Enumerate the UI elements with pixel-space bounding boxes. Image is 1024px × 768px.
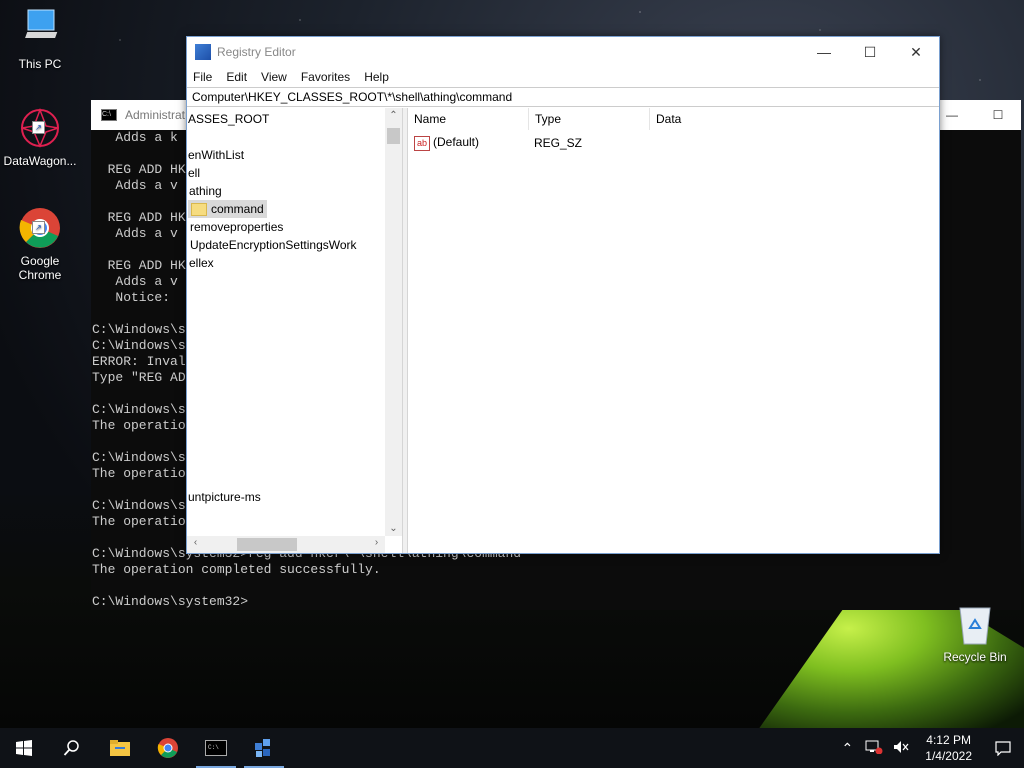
value-row[interactable]: ab (Default) REG_SZ — [408, 133, 939, 153]
value-name: (Default) — [433, 135, 480, 150]
regedit-titlebar[interactable]: Registry Editor — ☐ ✕ — [187, 37, 939, 67]
show-hidden-icons-chevron-icon[interactable]: ⌃ — [842, 740, 854, 757]
start-icon — [16, 740, 32, 756]
scroll-thumb[interactable] — [237, 538, 297, 551]
tree-root-item[interactable]: ASSES_ROOT — [188, 110, 269, 128]
value-name-cell: ab (Default) — [408, 135, 528, 151]
taskbar-file-explorer[interactable] — [96, 728, 144, 768]
cmd-output-line: The operation completed successfully. — [92, 562, 381, 577]
menu-favorites[interactable]: Favorites — [301, 70, 350, 84]
taskbar-cmd[interactable]: C:\ — [192, 728, 240, 768]
scroll-thumb[interactable] — [387, 128, 400, 144]
scroll-left-arrow-icon[interactable]: ‹ — [187, 537, 204, 548]
folder-icon — [191, 203, 207, 217]
svg-text:C:\: C:\ — [208, 744, 219, 751]
maximize-button[interactable]: ☐ — [975, 108, 1021, 122]
string-value-icon: ab — [414, 135, 430, 151]
column-header-name[interactable]: Name — [408, 108, 529, 130]
tree-item[interactable]: ell — [188, 164, 200, 182]
desktop-icon-label: DataWagon... — [3, 154, 77, 168]
desktop-icon-recycle-bin[interactable]: Recycle Bin — [940, 602, 1010, 664]
key-tree-pane[interactable]: ASSES_ROOT enWithList ell athing command… — [187, 108, 403, 553]
minimize-button[interactable]: — — [801, 44, 847, 61]
column-header-data[interactable]: Data — [650, 108, 936, 130]
cmd-icon: C:\ — [101, 109, 117, 121]
close-button[interactable]: ✕ — [893, 44, 939, 61]
this-pc-icon — [0, 8, 80, 53]
menu-edit[interactable]: Edit — [226, 70, 247, 84]
tree-item-label: removeproperties — [190, 220, 284, 234]
search-button[interactable] — [48, 728, 96, 768]
desktop-icon-datawagon[interactable]: ↗ DataWagon... — [0, 106, 80, 168]
desktop-icon-this-pc[interactable]: This PC — [0, 8, 80, 71]
notifications-icon — [995, 741, 1011, 756]
system-tray: ⌃ 4:12 PM 1/4/2022 — [834, 732, 1024, 764]
tree-horizontal-scrollbar[interactable]: ‹ › — [187, 536, 385, 553]
chrome-icon: ↗ — [18, 206, 62, 250]
network-icon[interactable] — [865, 740, 883, 757]
menu-bar: File Edit View Favorites Help — [187, 67, 939, 87]
tree-item-label: athing — [189, 184, 222, 198]
menu-file[interactable]: File — [193, 70, 212, 84]
tree-item-label: ellex — [189, 256, 214, 270]
clock-time: 4:12 PM — [926, 733, 971, 747]
taskbar-chrome[interactable] — [144, 728, 192, 768]
tree-item[interactable]: removeproperties — [190, 218, 283, 236]
tree-item-label: command — [211, 202, 264, 216]
regedit-icon — [255, 739, 270, 757]
value-type-cell: REG_SZ — [534, 136, 583, 150]
clock[interactable]: 4:12 PM 1/4/2022 — [915, 732, 982, 764]
scroll-down-arrow-icon[interactable]: ⌄ — [385, 523, 402, 534]
cmd-window-title: Administrat — [125, 108, 186, 122]
desktop-icon-google-chrome[interactable]: ↗ Google Chrome — [0, 206, 80, 282]
tree-item-label: ASSES_ROOT — [188, 112, 270, 126]
address-path: Computer\HKEY_CLASSES_ROOT\*\shell\athin… — [192, 90, 513, 104]
tree-item-label: ell — [188, 166, 201, 180]
action-center-button[interactable] — [982, 740, 1024, 756]
tree-item[interactable]: ellex — [189, 254, 214, 272]
scroll-right-arrow-icon[interactable]: › — [368, 537, 385, 548]
tree-item-selected[interactable]: command — [188, 200, 267, 218]
cmd-output-line: C:\Windows\system32> — [92, 594, 249, 609]
tree-item[interactable]: enWithList — [188, 146, 244, 164]
address-bar[interactable]: Computer\HKEY_CLASSES_ROOT\*\shell\athin… — [187, 87, 939, 107]
file-explorer-icon — [110, 740, 130, 756]
scroll-up-arrow-icon[interactable]: ⌃ — [385, 110, 402, 121]
tree-vertical-scrollbar[interactable]: ⌃ ⌄ — [385, 108, 402, 536]
volume-muted-icon[interactable] — [893, 740, 909, 757]
chrome-icon — [157, 738, 178, 758]
list-header: Name Type Data — [408, 108, 939, 131]
tree-item[interactable]: untpicture-ms — [188, 488, 261, 506]
start-button[interactable] — [0, 728, 48, 768]
tree-item[interactable]: UpdateEncryptionSettingsWork — [190, 236, 357, 254]
values-list-pane[interactable]: Name Type Data ab (Default) REG_SZ — [408, 108, 939, 553]
menu-view[interactable]: View — [261, 70, 287, 84]
tree-item-label: UpdateEncryptionSettingsWork — [190, 238, 357, 252]
regedit-window-title: Registry Editor — [217, 45, 296, 59]
taskbar: C:\ ⌃ 4:12 PM 1/4/2022 — [0, 728, 1024, 768]
shortcut-arrow-icon: ↗ — [32, 221, 45, 234]
maximize-button[interactable]: ☐ — [847, 44, 893, 61]
clock-date: 1/4/2022 — [925, 749, 972, 763]
cmd-icon: C:\ — [205, 740, 227, 756]
desktop-icon-label: This PC — [18, 57, 62, 71]
shortcut-arrow-icon: ↗ — [32, 121, 45, 134]
recycle-bin-icon — [956, 602, 994, 646]
datawagon-icon: ↗ — [18, 106, 62, 150]
regedit-window[interactable]: Registry Editor — ☐ ✕ File Edit View Fav… — [186, 36, 940, 554]
desktop-icon-label: Recycle Bin — [943, 650, 1007, 664]
tree-item-label: untpicture-ms — [188, 490, 261, 504]
regedit-icon — [195, 44, 211, 60]
tree-item-label: enWithList — [188, 148, 245, 162]
search-icon — [63, 740, 79, 756]
desktop-icon-label: Google Chrome — [18, 254, 62, 282]
column-header-type[interactable]: Type — [529, 108, 650, 130]
menu-help[interactable]: Help — [364, 70, 389, 84]
tree-item[interactable]: athing — [189, 182, 222, 200]
taskbar-regedit[interactable] — [240, 728, 288, 768]
cmd-output-line — [92, 578, 1020, 594]
